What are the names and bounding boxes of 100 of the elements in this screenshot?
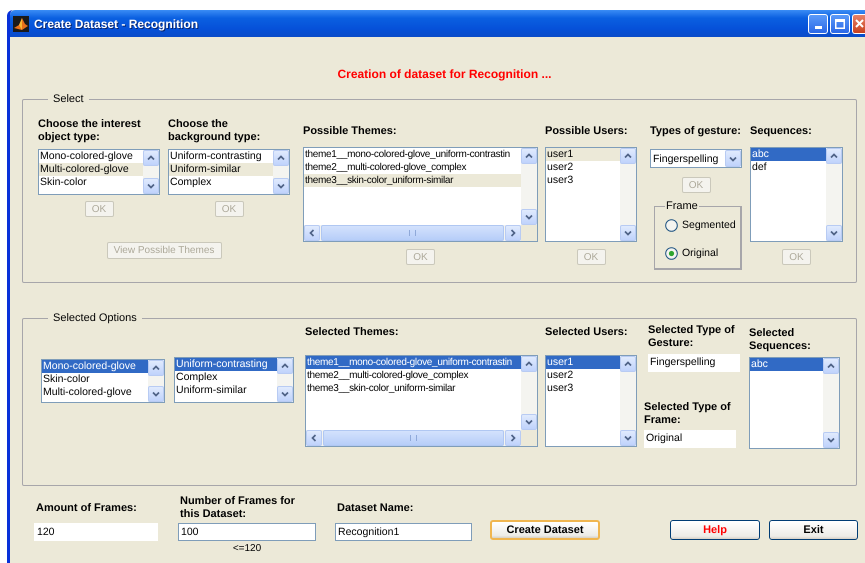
scroll-up-button[interactable] [823,358,839,374]
list-item[interactable]: Uniform-similar [169,163,273,176]
list-item[interactable]: Mono-colored-glove [42,360,148,373]
scrollbar[interactable] [277,358,293,402]
scroll-down-button[interactable] [826,225,842,241]
scroll-thumb[interactable] [321,225,504,241]
scrollbar[interactable] [521,356,537,430]
list-box[interactable]: user1 user2 user3 [545,355,637,447]
scroll-down-button[interactable] [143,178,159,194]
window-title: Create Dataset - Recognition [34,16,198,30]
scroll-up-button[interactable] [143,150,159,166]
list-item[interactable]: abc [751,148,826,161]
chevron-up-icon [830,152,838,160]
dropdown-button[interactable] [725,150,741,167]
list-item[interactable]: abc [750,358,823,371]
close-icon [854,19,864,28]
chevron-down-icon [830,229,838,237]
scroll-down-button[interactable] [620,430,636,446]
list-box[interactable]: theme1__mono-colored-glove_uniform-contrastin theme2__multi-colored-glove_complex theme3__skin-color_uniform-similar [305,355,538,447]
scroll-right-button[interactable] [505,225,521,241]
scroll-up-button[interactable] [277,358,293,374]
field-label: Number of Frames for this Dataset: [179,495,296,521]
list-item[interactable]: Skin-color [39,176,143,189]
scroll-up-button[interactable] [620,148,636,164]
list-item[interactable]: Mono-colored-glove [39,150,143,163]
list-item[interactable]: Multi-colored-glove [42,386,148,399]
scroll-down-button[interactable] [620,225,636,241]
list-box[interactable]: Mono-colored-glove Skin-color Multi-colored-glove [41,359,165,403]
input-field[interactable]: Recognition1 [335,523,472,541]
minimize-button[interactable] [808,14,828,34]
group-title: Frame [665,200,699,212]
scrollbar[interactable] [143,150,159,194]
list-item[interactable]: Complex [175,371,277,384]
list-item[interactable]: Skin-color [42,373,148,386]
panel-title: Selected Options [52,312,138,324]
list-item[interactable]: Uniform-similar [175,384,277,397]
scroll-down-button[interactable] [148,386,164,402]
list-item[interactable]: Complex [169,176,273,189]
scroll-up-button[interactable] [620,356,636,372]
chevron-up-icon [277,154,285,162]
scroll-down-button[interactable] [823,432,839,448]
list-item[interactable]: user2 [546,369,620,382]
scroll-down-button[interactable] [521,209,537,225]
scrollbar[interactable] [304,225,521,241]
radio-button[interactable]: Segmented [665,218,740,232]
scroll-down-button[interactable] [273,178,289,194]
input-field[interactable]: 120 [34,523,158,541]
radio-button[interactable]: Original [665,246,740,260]
dropdown[interactable]: Fingerspelling [650,149,742,168]
scrollbar[interactable] [273,150,289,194]
close-button[interactable] [852,14,865,34]
list-box[interactable]: Mono-colored-glove Multi-colored-glove Skin-color [38,149,160,195]
scroll-up-button[interactable] [148,360,164,376]
list-item[interactable]: user3 [546,174,620,187]
scroll-left-button[interactable] [306,430,322,446]
scrollbar[interactable] [620,356,636,446]
maximize-button[interactable] [830,14,850,34]
panel-title: Select [52,93,85,105]
list-box[interactable]: theme1__mono-colored-glove_uniform-contrastin theme2__multi-colored-glove_complex theme3__skin-color_uniform-similar [303,147,538,242]
scrollbar[interactable] [521,148,537,225]
list-item[interactable]: user1 [546,356,620,369]
scrollbar[interactable] [620,148,636,241]
scroll-up-button[interactable] [521,356,537,372]
list-item[interactable]: theme1__mono-colored-glove_uniform-contrastin [306,356,521,369]
scroll-thumb[interactable] [323,430,504,446]
field-label: Selected Type of Frame: [644,401,732,428]
scrollbar[interactable] [826,148,842,241]
scroll-down-button[interactable] [521,414,537,430]
list-item[interactable]: user1 [546,148,620,161]
list-item[interactable]: Multi-colored-glove [39,163,143,176]
list-item[interactable]: theme3__skin-color_uniform-similar [304,174,521,187]
scroll-down-button[interactable] [277,386,293,402]
list-box[interactable]: abc [749,357,840,449]
help-button[interactable]: Help [670,520,760,540]
action-button[interactable]: Create Dataset [490,520,600,540]
scroll-up-button[interactable] [521,148,537,164]
scroll-up-button[interactable] [273,150,289,166]
list-item[interactable]: theme1__mono-colored-glove_uniform-contrastin [304,148,521,161]
list-box[interactable]: Uniform-contrasting Uniform-similar Complex [168,149,290,195]
field-label: Possible Users: [545,124,628,138]
list-box[interactable]: Uniform-contrasting Complex Uniform-similar [174,357,294,403]
list-box[interactable]: user1 user2 user3 [545,147,637,242]
list-item[interactable]: user3 [546,382,620,395]
list-item[interactable]: theme2__multi-colored-glove_complex [306,369,521,382]
list-item[interactable]: Uniform-contrasting [169,150,273,163]
scroll-up-button[interactable] [826,148,842,164]
list-item[interactable]: theme3__skin-color_uniform-similar [306,382,521,395]
scrollbar[interactable] [823,358,839,448]
input-field[interactable]: 100 [178,523,316,541]
list-item[interactable]: def [751,161,826,174]
list-item[interactable]: Uniform-contrasting [175,358,277,371]
list-item[interactable]: theme2__multi-colored-glove_complex [304,161,521,174]
minimize-icon [814,26,822,28]
scrollbar[interactable] [306,430,521,446]
list-item[interactable]: user2 [546,161,620,174]
list-box[interactable]: abc def [750,147,843,242]
scroll-left-button[interactable] [304,225,320,241]
scrollbar[interactable] [148,360,164,402]
action-button[interactable]: Exit [769,520,858,540]
scroll-right-button[interactable] [505,430,521,446]
